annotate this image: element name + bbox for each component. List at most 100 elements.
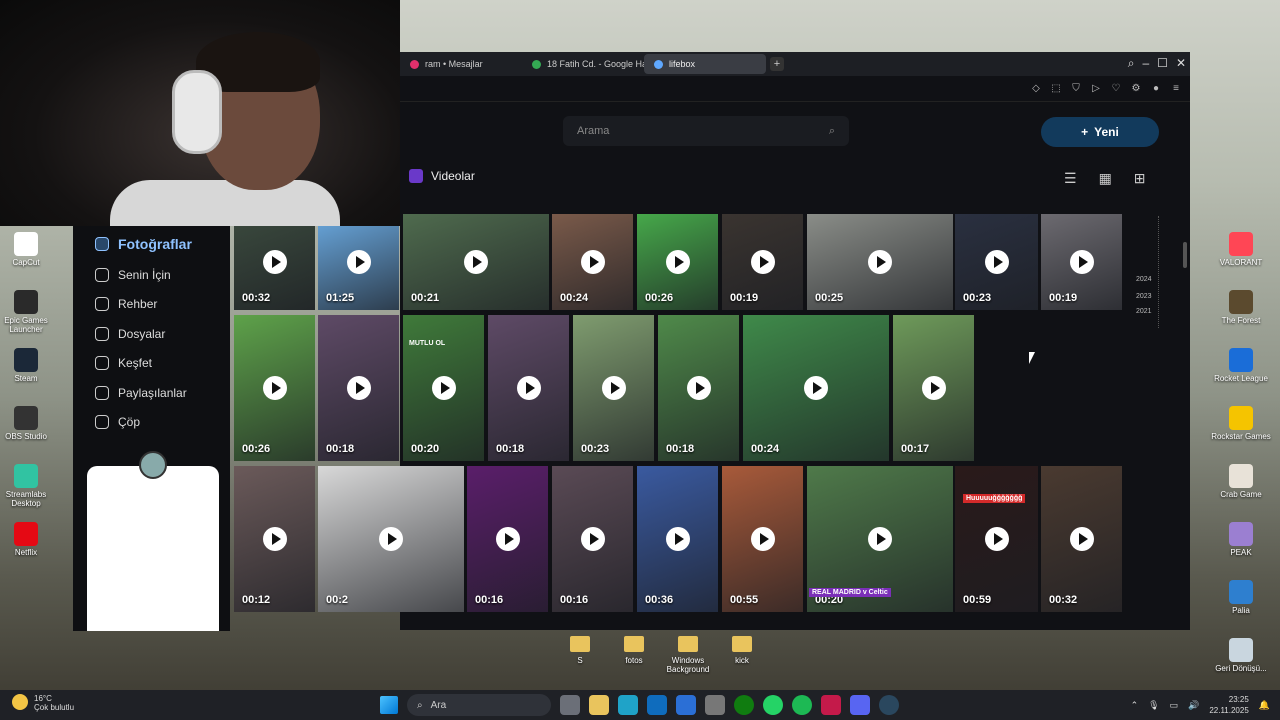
minimize-icon[interactable]: – — [1142, 56, 1149, 71]
play-icon[interactable] — [665, 250, 690, 274]
video-thumbnail[interactable]: 00:12 — [234, 466, 315, 612]
video-thumbnail[interactable]: 00:26 — [637, 214, 718, 310]
play-icon[interactable] — [984, 250, 1009, 274]
spotify-icon[interactable] — [792, 695, 812, 715]
play-icon[interactable]: ▷ — [1090, 83, 1102, 94]
desktop-icon-right-0[interactable]: VALORANT — [1210, 232, 1272, 284]
play-icon[interactable] — [495, 527, 520, 551]
play-icon[interactable] — [1069, 250, 1094, 274]
year-label[interactable]: 2021 — [1136, 308, 1152, 315]
taskbar-search[interactable]: ⌕ Ara — [407, 694, 551, 716]
video-thumbnail[interactable]: 00:20 — [403, 315, 484, 461]
video-thumbnail[interactable]: 00:18 — [488, 315, 569, 461]
microphone-icon[interactable]: 🎙 — [1148, 700, 1159, 711]
desktop-folder[interactable]: kick — [724, 636, 760, 674]
play-icon[interactable] — [580, 527, 605, 551]
play-icon[interactable] — [868, 527, 892, 551]
video-thumbnail[interactable]: 00:16 — [552, 466, 633, 612]
play-icon[interactable] — [516, 376, 541, 400]
profile-icon[interactable]: ● — [1150, 83, 1162, 94]
video-thumbnail[interactable]: 00:2 — [318, 466, 464, 612]
desktop-icon-right-4[interactable]: Crab Game — [1210, 464, 1272, 516]
play-icon[interactable] — [804, 376, 828, 400]
mail-icon[interactable] — [676, 695, 696, 715]
chevron-up-icon[interactable]: ⌃ — [1131, 700, 1139, 711]
browser-search-icon[interactable]: ⌕ — [1128, 56, 1135, 71]
year-timeline[interactable]: 2024 2023 2021 — [1130, 216, 1170, 328]
steam-icon[interactable] — [879, 695, 899, 715]
play-icon[interactable] — [262, 376, 287, 400]
heart-icon[interactable]: ♡ — [1110, 83, 1122, 94]
video-thumbnail[interactable]: 00:17 — [893, 315, 974, 461]
nav-for-you[interactable]: Senin İçin — [73, 260, 230, 290]
video-thumbnail[interactable]: 00:25 — [807, 214, 953, 310]
video-thumbnail[interactable]: 00:18 — [318, 315, 399, 461]
video-thumbnail[interactable]: 00:23 — [573, 315, 654, 461]
nav-contacts[interactable]: Rehber — [73, 290, 230, 320]
play-icon[interactable] — [750, 250, 775, 274]
whatsapp-icon[interactable] — [763, 695, 783, 715]
video-thumbnail[interactable]: 00:59 — [955, 466, 1038, 612]
video-thumbnail[interactable]: 00:16 — [467, 466, 548, 612]
new-tab-button[interactable]: + — [770, 57, 784, 71]
desktop-icon-right-3[interactable]: Rockstar Games — [1210, 406, 1272, 458]
edge-icon[interactable] — [618, 695, 638, 715]
desktop-icon-right-1[interactable]: The Forest — [1210, 290, 1272, 342]
desktop-folder[interactable]: fotos — [616, 636, 652, 674]
play-icon[interactable] — [346, 250, 371, 274]
desktop-icon-left-5[interactable]: Netflix — [2, 522, 50, 574]
video-thumbnail[interactable]: 00:21 — [403, 214, 549, 310]
calculator-icon[interactable] — [560, 695, 580, 715]
desktop-icon-right-5[interactable]: PEAK — [1210, 522, 1272, 574]
desktop-icon-right-7[interactable]: Geri Dönüşü... — [1210, 638, 1272, 690]
video-thumbnail[interactable]: 00:32 — [1041, 466, 1122, 612]
desktop-icon-right-6[interactable]: Palia — [1210, 580, 1272, 632]
play-icon[interactable] — [665, 527, 690, 551]
video-thumbnail[interactable]: 00:19 — [1041, 214, 1122, 310]
year-label[interactable]: 2023 — [1136, 293, 1152, 300]
desktop-icon-right-2[interactable]: Rocket League — [1210, 348, 1272, 400]
avatar[interactable] — [139, 451, 167, 479]
volume-icon[interactable]: 🔊 — [1188, 700, 1199, 711]
large-grid-icon[interactable]: ⊞ — [1134, 170, 1146, 187]
desktop-icon-left-3[interactable]: OBS Studio — [2, 406, 50, 458]
nav-shared[interactable]: Paylaşılanlar — [73, 378, 230, 408]
discord-icon[interactable] — [850, 695, 870, 715]
play-icon[interactable] — [431, 376, 456, 400]
desktop-icon-left-1[interactable]: Epic Games Launcher — [2, 290, 50, 342]
play-icon[interactable] — [379, 527, 403, 551]
video-thumbnail[interactable]: 00:26 — [234, 315, 315, 461]
play-icon[interactable] — [601, 376, 626, 400]
video-thumbnail[interactable]: 01:25 — [318, 214, 399, 310]
screenshot-icon[interactable]: ⬚ — [1050, 83, 1062, 94]
search-icon[interactable]: ⌕ — [829, 125, 835, 138]
weather-widget[interactable]: 16°C Çok bulutlu — [12, 694, 74, 712]
xbox-icon[interactable] — [734, 695, 754, 715]
nav-trash[interactable]: Çöp — [73, 408, 230, 438]
play-icon[interactable] — [686, 376, 711, 400]
network-icon[interactable]: ▭ — [1170, 700, 1179, 711]
play-icon[interactable] — [346, 376, 371, 400]
clock[interactable]: 23:25 22.11.2025 — [1209, 694, 1248, 716]
file-explorer-icon[interactable] — [589, 695, 609, 715]
tab-lifebox[interactable]: lifebox — [644, 54, 766, 74]
tab-google-maps[interactable]: 18 Fatih Cd. - Google Har — [522, 54, 644, 74]
list-view-icon[interactable]: ☰ — [1064, 170, 1077, 187]
close-icon[interactable]: ✕ — [1176, 56, 1186, 71]
bookmark-icon[interactable]: ◇ — [1030, 83, 1042, 94]
store-icon[interactable] — [705, 695, 725, 715]
notification-icon[interactable]: 🔔 — [1259, 700, 1270, 711]
new-button[interactable]: + Yeni — [1041, 117, 1159, 147]
maximize-icon[interactable]: ☐ — [1157, 56, 1168, 71]
menu-icon[interactable]: ≡ — [1170, 83, 1182, 94]
desktop-icon-left-0[interactable]: CapCut — [2, 232, 50, 284]
desktop-folder[interactable]: Windows Background — [667, 636, 709, 674]
play-icon[interactable] — [464, 250, 488, 274]
search-input[interactable]: Arama ⌕ — [563, 116, 849, 146]
grid-view-icon[interactable]: ▦ — [1099, 170, 1112, 187]
year-label[interactable]: 2024 — [1136, 276, 1152, 283]
video-thumbnail[interactable]: 00:18 — [658, 315, 739, 461]
desktop-folder[interactable]: S — [562, 636, 598, 674]
outlook-icon[interactable] — [647, 695, 667, 715]
play-icon[interactable] — [1069, 527, 1094, 551]
